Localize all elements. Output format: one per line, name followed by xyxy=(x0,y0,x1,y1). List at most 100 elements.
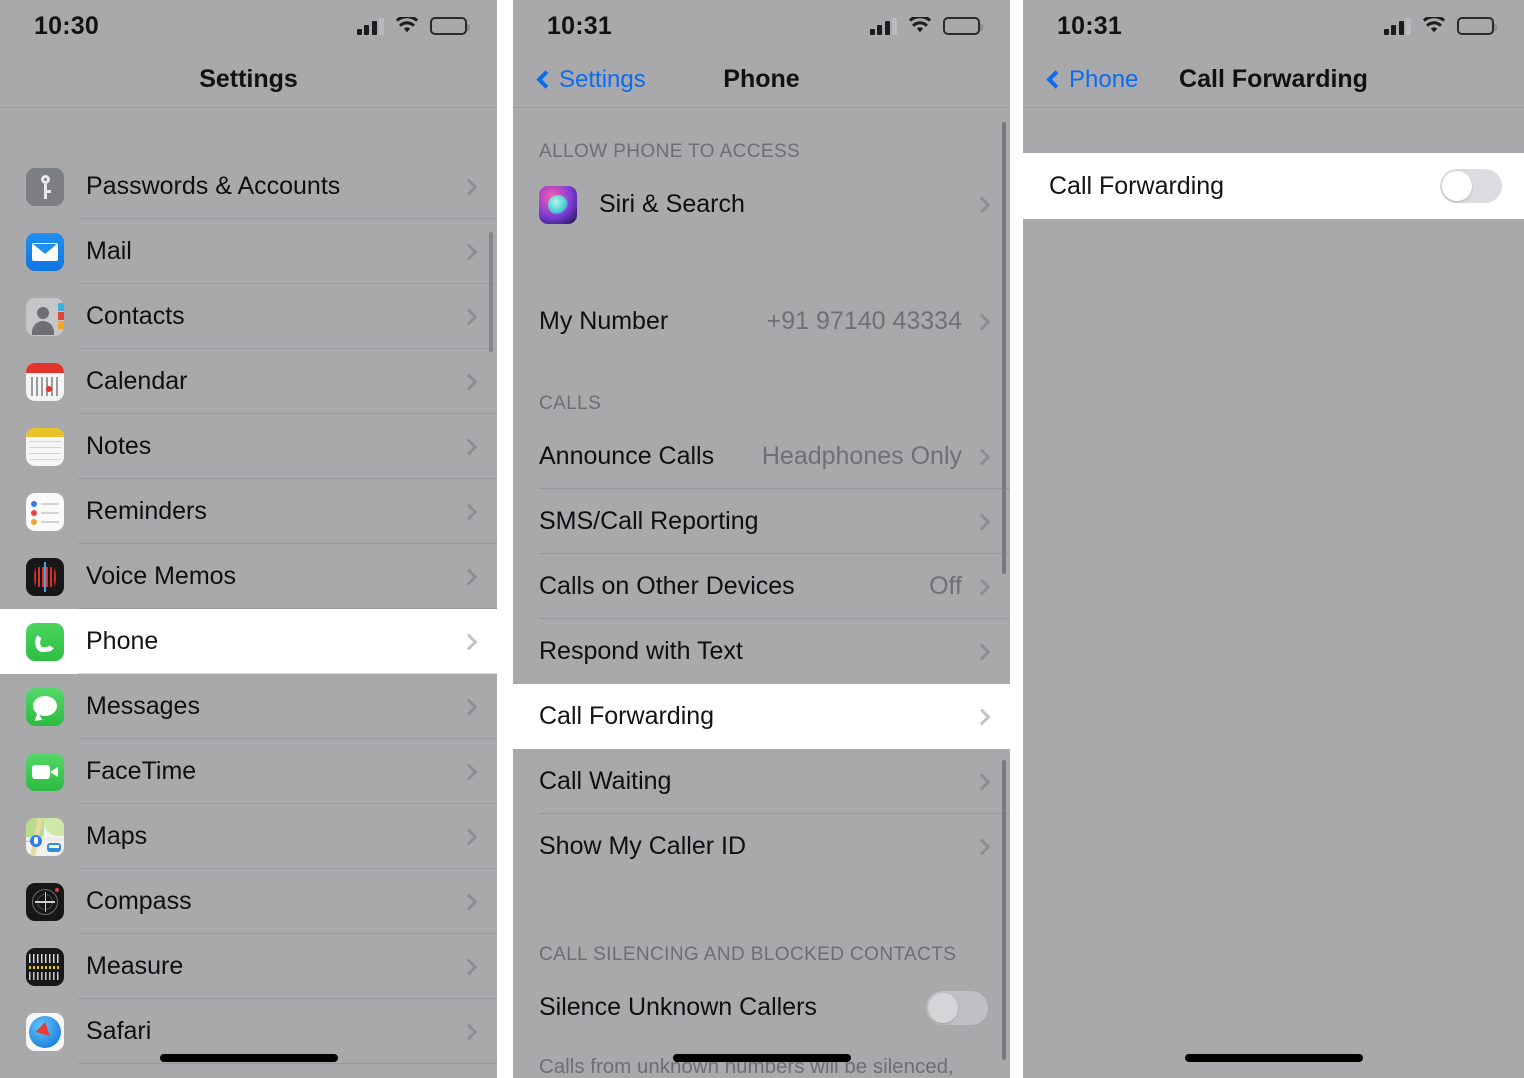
nav-bar: Settings xyxy=(0,52,497,108)
wifi-icon xyxy=(1422,15,1446,35)
sidebar-item-compass[interactable]: Compass xyxy=(0,869,497,934)
row-siri-search[interactable]: Siri & Search xyxy=(513,172,1010,237)
row-label: Call Forwarding xyxy=(539,702,715,730)
row-label: Messages xyxy=(86,692,200,720)
home-indicator xyxy=(672,1054,851,1062)
battery-icon xyxy=(430,17,470,35)
silence-unknown-callers-toggle[interactable] xyxy=(926,990,988,1025)
row-label: Respond with Text xyxy=(539,637,743,665)
sidebar-item-news[interactable]: News xyxy=(0,1064,497,1078)
row-label: Reminders xyxy=(86,497,207,525)
chevron-right-icon xyxy=(973,708,991,725)
chevron-right-icon xyxy=(973,578,991,595)
sidebar-item-calendar[interactable]: Calendar xyxy=(0,349,497,414)
status-time: 10:30 xyxy=(34,11,99,40)
reminders-icon xyxy=(26,492,64,531)
settings-list: Passwords & Accounts Mail Contacts Calendar… xyxy=(0,154,497,1078)
three-panel-screenshot: 10:30 Settings Passwords & Accounts Mail C… xyxy=(0,0,1524,1078)
scrollbar-thumb[interactable] xyxy=(489,232,493,352)
home-indicator xyxy=(159,1054,338,1062)
row-label: Calendar xyxy=(86,367,188,395)
row-call-waiting[interactable]: Call Waiting xyxy=(513,749,1010,814)
empty-area xyxy=(1023,219,1524,1078)
row-call-forwarding[interactable]: Call Forwarding xyxy=(513,684,1010,749)
section-header-label: CALL SILENCING AND BLOCKED CONTACTS xyxy=(539,944,957,965)
sidebar-item-measure[interactable]: Measure xyxy=(0,934,497,999)
back-button-label: Settings xyxy=(559,65,646,93)
chevron-right-icon xyxy=(460,698,478,715)
chevron-right-icon xyxy=(973,773,991,790)
row-label: FaceTime xyxy=(86,757,197,785)
call-forwarding-group: Call Forwarding xyxy=(1023,153,1524,219)
row-label: Measure xyxy=(86,952,184,980)
wifi-icon xyxy=(908,15,932,35)
scrollbar-thumb-lower[interactable] xyxy=(1002,760,1006,1060)
chevron-right-icon xyxy=(460,893,478,910)
sidebar-item-contacts[interactable]: Contacts xyxy=(0,284,497,349)
cellular-signal-icon xyxy=(356,17,384,35)
row-respond-with-text[interactable]: Respond with Text xyxy=(513,619,1010,684)
measure-icon xyxy=(26,947,64,986)
call-forwarding-toggle[interactable] xyxy=(1440,169,1502,203)
mail-icon xyxy=(26,232,64,271)
row-label: Call Waiting xyxy=(539,767,672,795)
chevron-right-icon xyxy=(460,763,478,780)
phone-icon xyxy=(26,622,64,661)
section-header: ALLOW PHONE TO ACCESS xyxy=(513,108,1010,172)
chevron-left-icon xyxy=(536,70,555,89)
sidebar-item-messages[interactable]: Messages xyxy=(0,674,497,739)
sidebar-item-notes[interactable]: Notes xyxy=(0,414,497,479)
siri-icon xyxy=(539,185,577,224)
row-label: Notes xyxy=(86,432,152,460)
toggle-knob xyxy=(1442,171,1472,201)
chevron-right-icon xyxy=(460,373,478,390)
row-silence-unknown-callers[interactable]: Silence Unknown Callers xyxy=(513,975,1010,1040)
chevron-right-icon xyxy=(460,1023,478,1040)
chevron-right-icon xyxy=(973,513,991,530)
chevron-right-icon xyxy=(460,243,478,260)
row-label: Safari xyxy=(86,1017,152,1045)
key-icon xyxy=(26,167,64,206)
section-gap xyxy=(1023,108,1524,153)
sidebar-item-passwords-accounts[interactable]: Passwords & Accounts xyxy=(0,154,497,219)
status-time: 10:31 xyxy=(547,11,612,40)
calendar-icon xyxy=(26,362,64,401)
row-show-my-caller-id[interactable]: Show My Caller ID xyxy=(513,814,1010,879)
sidebar-item-maps[interactable]: Maps xyxy=(0,804,497,869)
row-label: Call Forwarding xyxy=(1049,171,1225,200)
status-bar: 10:31 xyxy=(513,0,1010,52)
sidebar-item-facetime[interactable]: FaceTime xyxy=(0,739,497,804)
panel-phone-settings: 10:31 Settings Phone ALLOW PHONE TO ACCE… xyxy=(513,0,1010,1078)
home-indicator xyxy=(1184,1054,1363,1062)
row-calls-on-other-devices[interactable]: Calls on Other Devices Off xyxy=(513,554,1010,619)
phone-settings-body: ALLOW PHONE TO ACCESS Siri & Search My Num… xyxy=(513,108,1010,1078)
row-label: Passwords & Accounts xyxy=(86,172,341,200)
row-sms-call-reporting[interactable]: SMS/Call Reporting xyxy=(513,489,1010,554)
safari-icon xyxy=(26,1012,64,1051)
chevron-right-icon xyxy=(973,448,991,465)
sidebar-item-voice-memos[interactable]: Voice Memos xyxy=(0,544,497,609)
row-my-number[interactable]: My Number +91 97140 43334 xyxy=(513,289,1010,354)
chevron-right-icon xyxy=(460,958,478,975)
chevron-right-icon xyxy=(460,438,478,455)
voice-memos-icon xyxy=(26,557,64,596)
back-button[interactable]: Phone xyxy=(1046,66,1138,94)
sidebar-item-phone[interactable]: Phone xyxy=(0,609,497,674)
section-gap xyxy=(513,237,1010,289)
scrollbar-thumb[interactable] xyxy=(1002,122,1006,574)
battery-icon xyxy=(1457,17,1497,35)
sidebar-item-mail[interactable]: Mail xyxy=(0,219,497,284)
row-label: Contacts xyxy=(86,302,185,330)
compass-icon xyxy=(26,882,64,921)
row-call-forwarding-toggle[interactable]: Call Forwarding xyxy=(1023,153,1524,219)
back-button[interactable]: Settings xyxy=(536,65,646,94)
status-bar: 10:30 xyxy=(0,0,497,52)
row-announce-calls[interactable]: Announce Calls Headphones Only xyxy=(513,424,1010,489)
section-header: CALL SILENCING AND BLOCKED CONTACTS xyxy=(513,879,1010,975)
row-label: Phone xyxy=(86,627,159,655)
maps-icon xyxy=(26,817,64,856)
row-value: Headphones Only xyxy=(761,442,962,470)
chevron-right-icon xyxy=(460,178,478,195)
row-label: Mail xyxy=(86,237,132,265)
sidebar-item-reminders[interactable]: Reminders xyxy=(0,479,497,544)
